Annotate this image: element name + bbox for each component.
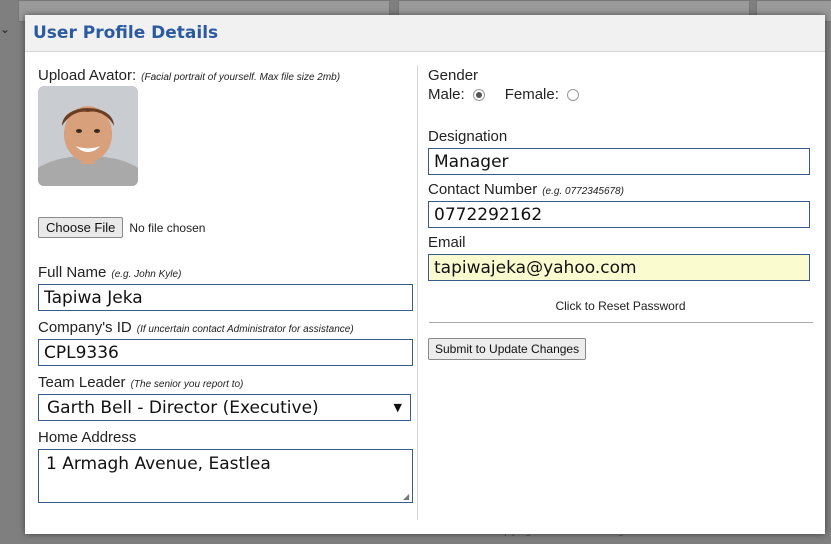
company-id-input[interactable]: CPL9336 bbox=[38, 339, 413, 366]
avatar-hint: (Facial portrait of yourself. Max file s… bbox=[141, 72, 341, 83]
avatar bbox=[38, 86, 138, 186]
full-name-label-row: Full Name (e.g. John Kyle) bbox=[38, 264, 413, 281]
right-column: Gender Male: Female: Designation Manager… bbox=[428, 67, 813, 360]
contact-number-label: Contact Number bbox=[428, 181, 538, 198]
file-upload-row: Choose File No file chosen bbox=[38, 217, 413, 238]
email-label: Email bbox=[428, 234, 466, 251]
caret-down-icon: ▼ bbox=[393, 401, 402, 414]
chevron-down-icon: ⌄ bbox=[0, 22, 11, 36]
female-label: Female: bbox=[504, 86, 559, 103]
team-leader-select[interactable]: Garth Bell - Director (Executive) ▼ bbox=[38, 394, 411, 421]
female-radio[interactable] bbox=[566, 88, 579, 101]
team-leader-selected: Garth Bell - Director (Executive) bbox=[47, 397, 319, 418]
full-name-label: Full Name bbox=[38, 264, 107, 281]
team-leader-hint: (The senior you report to) bbox=[130, 379, 244, 390]
avatar-portrait-image bbox=[38, 86, 138, 186]
gender-options: Male: Female: bbox=[428, 86, 813, 103]
modal-title: User Profile Details bbox=[33, 23, 219, 43]
column-divider bbox=[417, 65, 418, 520]
resize-grip-icon[interactable]: ◢ bbox=[403, 493, 411, 501]
company-id-label: Company's ID bbox=[38, 319, 132, 336]
contact-number-hint: (e.g. 0772345678) bbox=[542, 186, 624, 197]
home-address-label: Home Address bbox=[38, 429, 137, 446]
avatar-label-row: Upload Avator: (Facial portrait of yours… bbox=[38, 67, 413, 84]
email-input[interactable]: tapiwajeka@yahoo.com bbox=[428, 254, 810, 281]
company-id-label-row: Company's ID (If uncertain contact Admin… bbox=[38, 319, 413, 336]
left-column: Upload Avator: (Facial portrait of yours… bbox=[38, 67, 413, 503]
full-name-hint: (e.g. John Kyle) bbox=[111, 269, 182, 280]
male-label: Male: bbox=[428, 86, 465, 103]
avatar-label: Upload Avator: bbox=[38, 67, 137, 84]
designation-input[interactable]: Manager bbox=[428, 148, 810, 175]
file-status: No file chosen bbox=[129, 220, 206, 235]
contact-number-input[interactable]: 0772292162 bbox=[428, 201, 810, 228]
full-name-input[interactable]: Tapiwa Jeka bbox=[38, 284, 413, 311]
contact-label-row: Contact Number (e.g. 0772345678) bbox=[428, 181, 813, 198]
modal-header: User Profile Details bbox=[25, 15, 825, 52]
profile-modal: User Profile Details Upload Avator: (Fac… bbox=[25, 15, 825, 534]
home-address-textarea[interactable]: 1 Armagh Avenue, Eastlea ◢ bbox=[38, 449, 413, 503]
team-leader-label: Team Leader bbox=[38, 374, 126, 391]
section-divider bbox=[429, 322, 813, 323]
home-address-value: 1 Armagh Avenue, Eastlea bbox=[46, 454, 271, 474]
male-radio[interactable] bbox=[472, 88, 485, 101]
gender-label: Gender bbox=[428, 67, 479, 84]
designation-label: Designation bbox=[428, 128, 508, 145]
team-leader-label-row: Team Leader (The senior you report to) bbox=[38, 374, 413, 391]
company-id-hint: (If uncertain contact Administrator for … bbox=[136, 324, 354, 335]
submit-update-button[interactable]: Submit to Update Changes bbox=[428, 338, 587, 360]
reset-password-link[interactable]: Click to Reset Password bbox=[428, 299, 813, 313]
choose-file-button[interactable]: Choose File bbox=[38, 217, 124, 238]
